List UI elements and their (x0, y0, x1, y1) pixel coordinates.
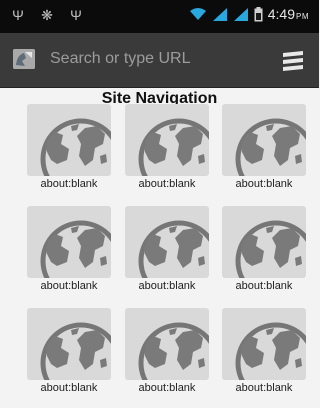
clock-time: 4:49 (267, 6, 295, 22)
site-tile[interactable]: about:blank (222, 104, 306, 194)
clock: 4:49PM (268, 6, 309, 22)
globe-icon (125, 104, 209, 176)
wifi-icon (189, 8, 206, 20)
signal-icon (212, 8, 227, 21)
page-favicon-icon[interactable] (13, 49, 35, 69)
site-tile[interactable]: about:blank (27, 104, 111, 194)
status-bar: Ψ ❋ Ψ 4:49PM (0, 0, 319, 33)
globe-icon (27, 206, 111, 278)
site-tile[interactable]: about:blank (222, 308, 306, 398)
bug-icon: ❋ (41, 7, 53, 23)
tabs-menu-icon[interactable] (280, 47, 306, 73)
site-tile[interactable]: about:blank (27, 206, 111, 296)
globe-icon (222, 206, 306, 278)
battery-icon (254, 6, 263, 21)
site-tile-label: about:blank (40, 382, 98, 394)
globe-icon (222, 104, 306, 176)
globe-icon (27, 308, 111, 380)
globe-icon (27, 104, 111, 176)
site-tile-label: about:blank (40, 280, 98, 292)
globe-icon (222, 308, 306, 380)
site-tile-label: about:blank (235, 382, 293, 394)
site-tile-label: about:blank (138, 280, 196, 292)
site-tile[interactable]: about:blank (125, 206, 209, 296)
search-input[interactable] (50, 46, 260, 72)
site-tile-label: about:blank (40, 178, 98, 190)
site-tile[interactable]: about:blank (125, 308, 209, 398)
globe-icon (125, 206, 209, 278)
signal-icon (233, 8, 248, 21)
site-tile-label: about:blank (235, 280, 293, 292)
site-tile-label: about:blank (138, 178, 196, 190)
site-tile[interactable]: about:blank (27, 308, 111, 398)
usb-icon: Ψ (12, 7, 24, 23)
site-tile[interactable]: about:blank (125, 104, 209, 194)
site-tile-label: about:blank (235, 178, 293, 190)
clock-ampm: PM (296, 12, 309, 21)
url-bar (0, 33, 319, 88)
usb-icon: Ψ (70, 7, 82, 23)
system-icons: 4:49PM (189, 6, 309, 22)
notification-icons: Ψ ❋ Ψ (10, 7, 84, 23)
site-tile-label: about:blank (138, 382, 196, 394)
globe-icon (125, 308, 209, 380)
site-tile[interactable]: about:blank (222, 206, 306, 296)
